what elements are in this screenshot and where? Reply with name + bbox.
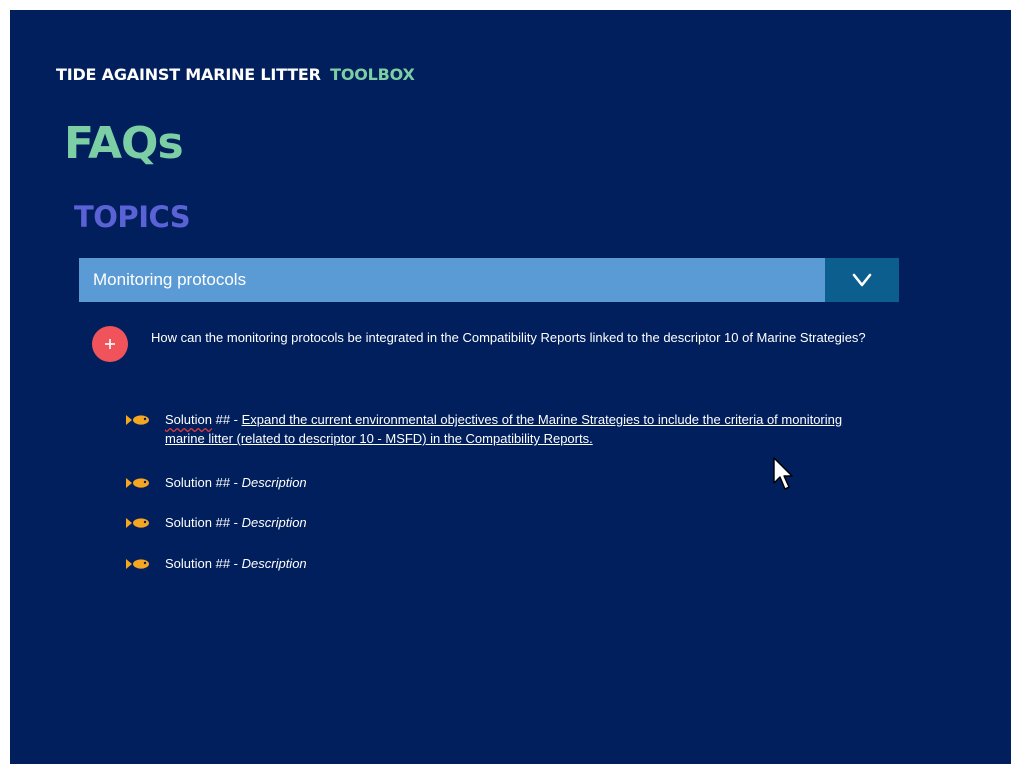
topic-label: Monitoring protocols	[93, 270, 247, 289]
solution-description: Description	[241, 515, 307, 530]
solution-label: Solution ##	[165, 515, 231, 530]
topic-toggle-button[interactable]	[825, 258, 899, 302]
solution-text: Solution ## - Description	[165, 513, 307, 532]
solution-description: Description	[241, 556, 307, 571]
solution-item: Solution ## - Description	[126, 513, 866, 532]
solution-separator: -	[230, 515, 242, 530]
solution-label: Solution ##	[165, 475, 231, 490]
page-title: FAQs	[64, 118, 184, 169]
mouse-cursor-icon	[773, 457, 793, 490]
solution-item: Solution ## - Expand the current environ…	[126, 410, 866, 448]
topics-heading: TOPICS	[74, 200, 191, 234]
brand-main: TIDE AGAINST MARINE LITTER	[56, 65, 321, 84]
expand-question-button[interactable]	[92, 326, 128, 362]
solution-description: Description	[241, 475, 307, 490]
solution-number: ## -	[211, 412, 242, 427]
solution-label: Solution ##	[165, 556, 231, 571]
topic-dropdown[interactable]: Monitoring protocols	[79, 258, 825, 302]
plus-icon	[105, 339, 115, 349]
chevron-down-icon	[852, 273, 872, 287]
solution-separator: -	[230, 475, 242, 490]
solution-text: Solution ## - Expand the current environ…	[165, 410, 866, 448]
question-text: How can the monitoring protocols be inte…	[151, 330, 866, 345]
brand-accent: TOOLBOX	[330, 65, 415, 84]
solution-label: Solution	[165, 412, 212, 427]
solution-separator: -	[230, 556, 242, 571]
fish-icon	[126, 518, 149, 528]
solution-item: Solution ## - Description	[126, 554, 866, 573]
fish-icon	[126, 478, 149, 488]
brand-header: TIDE AGAINST MARINE LITTER TOOLBOX	[56, 65, 415, 84]
solution-link[interactable]: Expand the current environmental objecti…	[165, 412, 842, 446]
solution-text: Solution ## - Description	[165, 473, 307, 492]
solution-text: Solution ## - Description	[165, 554, 307, 573]
fish-icon	[126, 415, 149, 425]
fish-icon	[126, 559, 149, 569]
faq-slide: TIDE AGAINST MARINE LITTER TOOLBOX FAQs …	[10, 10, 1011, 764]
solution-item: Solution ## - Description	[126, 473, 866, 492]
